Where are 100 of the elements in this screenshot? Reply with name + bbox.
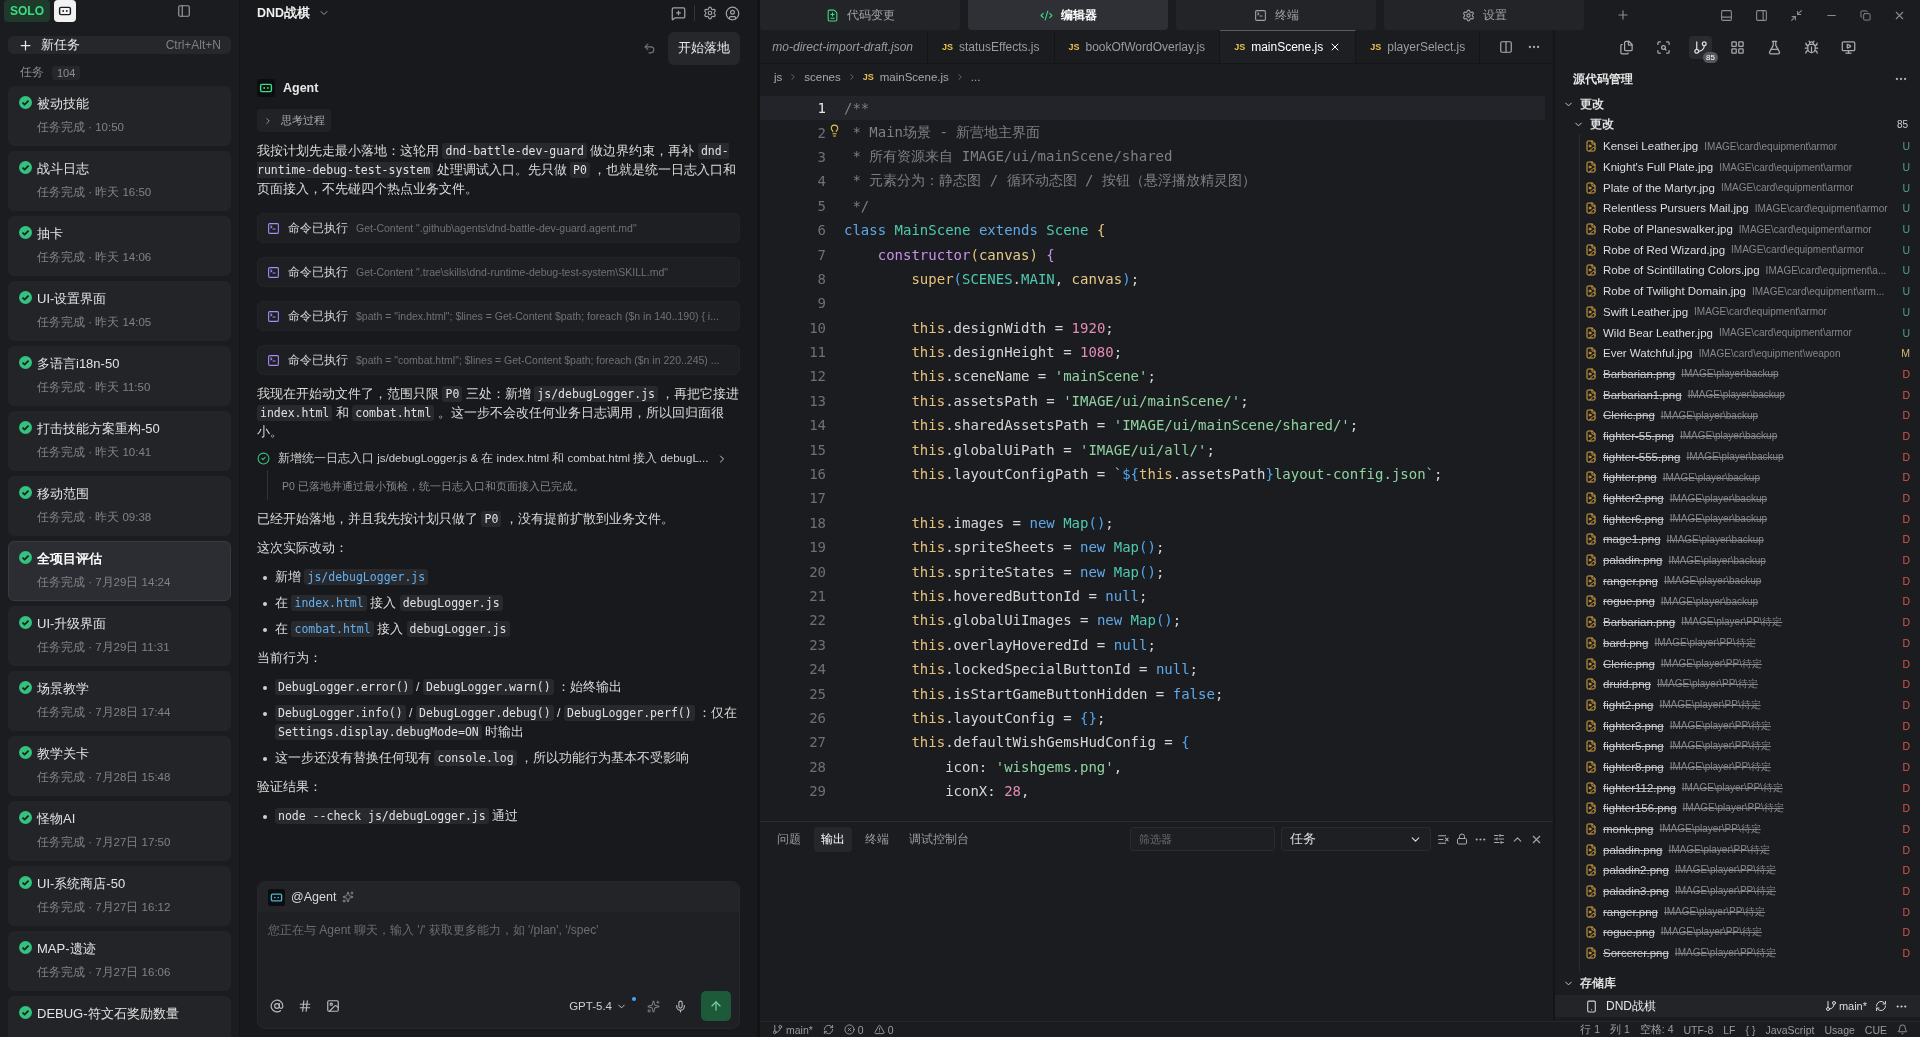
status-item[interactable]: Usage	[1824, 1023, 1855, 1036]
undo-icon[interactable]	[643, 42, 656, 55]
task-item[interactable]: UI-设置界面 任务完成 · 昨天 14:05	[8, 281, 231, 341]
status-item[interactable]: LF	[1723, 1023, 1736, 1036]
changed-file-row[interactable]: Barbarian.png IMAGE\player\backup D	[1580, 363, 1920, 385]
changed-file-row[interactable]: Knight's Full Plate.jpg IMAGE\card\equipment\armor U	[1580, 156, 1920, 178]
changed-file-row[interactable]: Sorcerer.png IMAGE\player\PP\待定 D	[1580, 942, 1920, 964]
flask-icon[interactable]	[1767, 39, 1782, 55]
breadcrumb-item[interactable]: ...	[970, 71, 981, 83]
task-item[interactable]: 抽卡 任务完成 · 昨天 14:06	[8, 216, 231, 276]
send-button[interactable]	[701, 991, 731, 1021]
task-item[interactable]: 怪物AI 任务完成 · 7月27日 17:50	[8, 801, 231, 861]
start-button[interactable]: 开始落地	[668, 32, 740, 65]
settings-icon[interactable]	[703, 6, 717, 20]
breadcrumb-item[interactable]: js	[774, 71, 783, 83]
changed-file-row[interactable]: fight2.png IMAGE\player\PP\待定 D	[1580, 694, 1920, 716]
task-item[interactable]: UI-系统商店-50 任务完成 · 7月27日 16:12	[8, 866, 231, 926]
changed-file-row[interactable]: Cleric.png IMAGE\player\PP\待定 D	[1580, 653, 1920, 674]
changed-file-row[interactable]: paladin2.png IMAGE\player\PP\待定 D	[1580, 860, 1920, 881]
status-item[interactable]: 空格: 4	[1639, 1022, 1674, 1037]
changed-file-row[interactable]: Robe of Planeswalker.jpg IMAGE\card\equipment\armor U	[1580, 218, 1920, 240]
lock-icon[interactable]	[1456, 833, 1468, 845]
at-icon[interactable]	[270, 999, 284, 1013]
changed-file-row[interactable]: fighter.png IMAGE\player\backup D	[1580, 467, 1920, 488]
group-title[interactable]: 更改	[1590, 116, 1614, 132]
task-item[interactable]: MAP-遗迹 任务完成 · 7月27日 16:06	[8, 931, 231, 991]
status-item[interactable]: 列 1	[1610, 1022, 1630, 1037]
changed-file-row[interactable]: fighter6.png IMAGE\player\backup D	[1580, 508, 1920, 530]
extensions-icon[interactable]	[1730, 39, 1745, 55]
changed-file-row[interactable]: Robe of Scintillating Colors.jpg IMAGE\card\equipment\a... U	[1580, 260, 1920, 281]
status-item[interactable]: { }	[1745, 1023, 1756, 1036]
clear-output-icon[interactable]	[1437, 832, 1450, 846]
hash-icon[interactable]	[298, 999, 312, 1013]
breadcrumb-item[interactable]: scenes	[804, 71, 841, 83]
panel-tab[interactable]: 终端	[858, 826, 896, 852]
panel-bottom-icon[interactable]	[1720, 8, 1733, 22]
changed-file-row[interactable]: fighter5.png IMAGE\player\PP\待定 D	[1580, 735, 1920, 757]
changed-file-row[interactable]: fighter-55.png IMAGE\player\backup D	[1580, 425, 1920, 447]
task-title[interactable]: 新增统一日志入口 js/debugLogger.js & 在 index.html 和 combat.html 接入 debugL...	[278, 451, 709, 466]
task-item[interactable]: UI-升级界面 任务完成 · 7月29日 11:31	[8, 606, 231, 666]
branch-status[interactable]: main*	[772, 1023, 813, 1036]
repository-row[interactable]: DND战棋 main*	[1555, 995, 1920, 1017]
status-item[interactable]: JavaScript	[1765, 1023, 1815, 1036]
chat-composer[interactable]: @Agent 您正在与 Agent 聊天，输入 '/' 获取更多能力，如 '/plan', '/spec' GPT-5.4	[257, 881, 740, 1029]
task-item[interactable]: 多语言i18n-50 任务完成 · 昨天 11:50	[8, 346, 231, 406]
command-card[interactable]: 命令已执行 $path = "combat.html"; $lines = Get-Content $path; foreach ($n in 220..245) ...	[257, 345, 740, 375]
thinking-toggle[interactable]: 思考过程	[257, 109, 331, 132]
search-icon[interactable]	[1656, 39, 1671, 55]
changed-file-row[interactable]: ranger.png IMAGE\player\backup D	[1580, 570, 1920, 592]
status-item[interactable]: 行 1	[1580, 1022, 1601, 1037]
changed-file-row[interactable]: mage1.png IMAGE\player\backup D	[1580, 529, 1920, 550]
filter-field[interactable]: 筛选器	[1130, 827, 1275, 851]
file-tab[interactable]: mo-direct-import-draft.json	[760, 30, 928, 63]
changed-file-row[interactable]: Robe of Twilight Domain.jpg IMAGE\card\equipment\arm... U	[1580, 280, 1920, 302]
changed-file-row[interactable]: Plate of the Martyr.jpg IMAGE\card\equipment\armor U	[1580, 177, 1920, 199]
source-control-icon[interactable]	[1693, 39, 1708, 55]
mic-icon[interactable]	[674, 999, 687, 1013]
changed-file-row[interactable]: rogue.png IMAGE\player\backup D	[1580, 591, 1920, 612]
status-item[interactable]: UTF-8	[1683, 1023, 1714, 1036]
file-tab[interactable]: JS statusEffects.js	[928, 30, 1055, 63]
chat-input[interactable]: 您正在与 Agent 聊天，输入 '/' 获取更多能力，如 '/plan', '/spec'	[258, 912, 739, 990]
changed-file-row[interactable]: Ever Watchful.jpg IMAGE\card\equipment\weapon M	[1580, 342, 1920, 364]
panel-tab[interactable]: 问题	[770, 826, 808, 852]
section-title[interactable]: 更改	[1580, 96, 1604, 112]
changed-file-row[interactable]: Cleric.png IMAGE\player\backup D	[1580, 404, 1920, 426]
task-item[interactable]: 战斗日志 任务完成 · 昨天 16:50	[8, 151, 231, 211]
task-item[interactable]: 教学关卡 任务完成 · 7月28日 15:48	[8, 736, 231, 796]
task-item[interactable]: 打击技能方案重构-50 任务完成 · 昨天 10:41	[8, 411, 231, 471]
bell-icon[interactable]	[1897, 1024, 1908, 1035]
sidebar-toggle-icon[interactable]	[177, 4, 191, 18]
changed-file-row[interactable]: fighter3.png IMAGE\player\PP\待定 D	[1580, 715, 1920, 736]
bug-icon[interactable]	[1804, 39, 1819, 55]
error-count[interactable]: 0	[843, 1023, 864, 1036]
section-title[interactable]: 存储库	[1580, 975, 1616, 991]
plus-icon[interactable]	[1616, 8, 1630, 22]
panel-right-icon[interactable]	[1755, 8, 1768, 22]
view-tab[interactable]: 编辑器	[968, 0, 1168, 30]
task-item[interactable]: 全项目评估 任务完成 · 7月29日 14:24	[8, 541, 231, 601]
changed-file-row[interactable]: monk.png IMAGE\player\PP\待定 D	[1580, 818, 1920, 840]
panel-tab[interactable]: 调试控制台	[902, 826, 976, 852]
changed-file-row[interactable]: Barbarian.png IMAGE\player\PP\待定 D	[1580, 611, 1920, 633]
changed-file-row[interactable]: Relentless Pursuers Mail.jpg IMAGE\card\equipment\armor U	[1580, 198, 1920, 219]
status-item[interactable]: CUE	[1864, 1023, 1887, 1036]
image-icon[interactable]	[326, 999, 340, 1013]
changed-file-row[interactable]: paladin.png IMAGE\player\backup D	[1580, 549, 1920, 571]
changed-file-row[interactable]: druid.png IMAGE\player\PP\待定 D	[1580, 673, 1920, 695]
changed-file-row[interactable]: fighter156.png IMAGE\player\PP\待定 D	[1580, 798, 1920, 819]
file-tab[interactable]: JS mainScene.js	[1220, 30, 1357, 63]
project-title[interactable]: DND战棋	[257, 4, 311, 22]
view-tab[interactable]: 代码变更	[760, 0, 960, 30]
panel-tab[interactable]: 输出	[814, 826, 852, 852]
lightbulb-icon[interactable]	[828, 124, 841, 138]
changed-file-row[interactable]: fighter8.png IMAGE\player\PP\待定 D	[1580, 756, 1920, 778]
new-task-button[interactable]: 新任务 Ctrl+Alt+N	[8, 36, 231, 54]
changed-file-row[interactable]: bard.png IMAGE\player\PP\待定 D	[1580, 632, 1920, 654]
sync-icon[interactable]	[822, 1024, 834, 1035]
changed-file-row[interactable]: Wild Bear Leather.jpg IMAGE\card\equipment\armor U	[1580, 322, 1920, 343]
collapse-icon[interactable]	[1790, 8, 1803, 22]
command-card[interactable]: 命令已执行 Get-Content ".trae\skills\dnd-runtime-debug-test-system\SKILL.md"	[257, 257, 740, 287]
files-icon[interactable]	[1619, 39, 1634, 55]
